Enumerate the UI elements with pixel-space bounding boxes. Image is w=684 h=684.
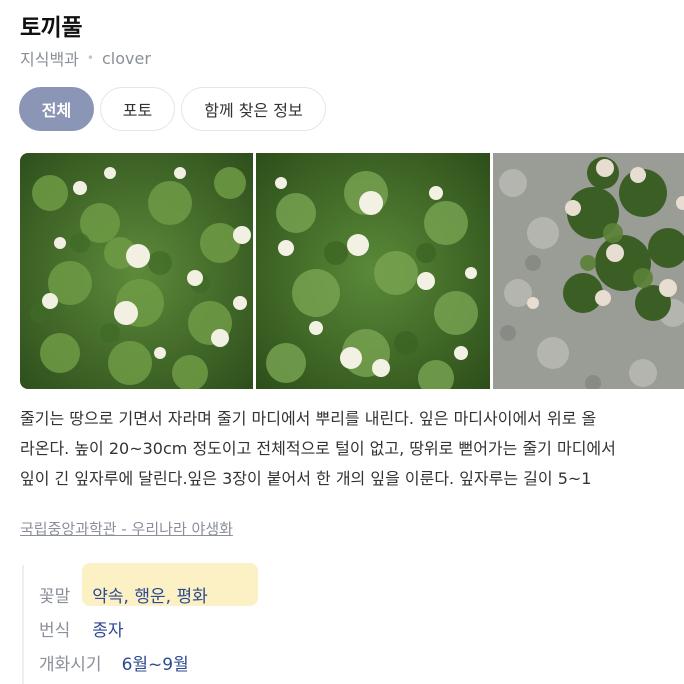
info-row-flowering-season: 개화시기 6월~9월: [39, 650, 189, 675]
gallery-image-1[interactable]: [20, 153, 253, 389]
info-key: 꽃말: [39, 587, 71, 607]
gallery-image-3[interactable]: [493, 153, 684, 389]
source-link[interactable]: 국립중앙과학관 - 우리나라 야생화: [20, 518, 233, 539]
tab-related-info[interactable]: 함께 찾은 정보: [181, 87, 326, 131]
image-gallery: [20, 153, 684, 389]
description-line: 줄기는 땅으로 기면서 자라며 줄기 마디에서 뿌리를 내린다. 잎은 마디사이…: [20, 409, 597, 428]
tab-bar: 전체 포토 함께 찾은 정보: [19, 87, 332, 131]
description-line: 잎이 긴 잎자루에 달린다.잎은 3장이 붙어서 한 개의 잎을 이룬다. 잎자…: [20, 469, 592, 488]
info-value: 약속, 행운, 평화: [92, 587, 208, 607]
info-key: 개화시기: [39, 655, 102, 675]
info-row-propagation: 번식 종자: [39, 616, 124, 641]
tab-photo[interactable]: 포토: [100, 87, 175, 131]
separator-dot-icon: •: [86, 51, 94, 65]
gallery-image-2[interactable]: [256, 153, 490, 389]
info-row-flower-meaning: 꽃말 약속, 행운, 평화: [39, 582, 208, 607]
description-line: 라온다. 높이 20~30cm 정도이고 전체적으로 털이 없고, 땅위로 뻗어…: [20, 439, 616, 458]
english-name: clover: [101, 48, 151, 68]
clover-plants-photo: [20, 153, 253, 389]
info-value: 종자: [92, 621, 124, 641]
clover-flowers-photo: [256, 153, 490, 389]
info-key: 번식: [39, 621, 71, 641]
description-text: 줄기는 땅으로 기면서 자라며 줄기 마디에서 뿌리를 내린다. 잎은 마디사이…: [20, 404, 684, 494]
tab-all[interactable]: 전체: [19, 87, 94, 131]
source-subline: 지식백과 • clover: [20, 46, 151, 70]
info-table-border: [22, 565, 24, 684]
clover-on-gravel-photo: [493, 153, 684, 389]
page-title: 토끼풀: [20, 15, 82, 41]
info-value: 6월~9월: [121, 655, 189, 675]
category-label[interactable]: 지식백과: [20, 46, 79, 70]
